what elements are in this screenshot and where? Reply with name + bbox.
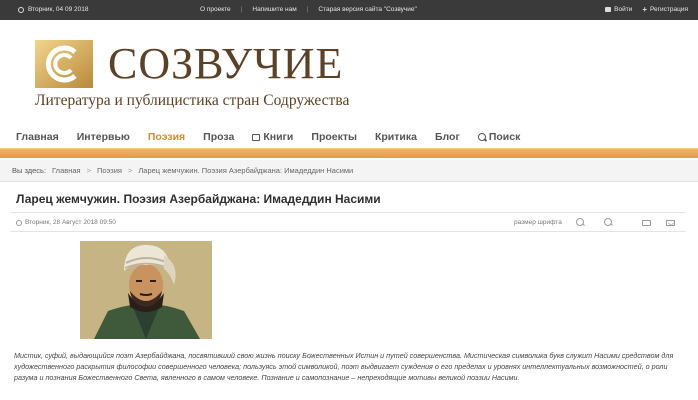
nav-label: Критика	[374, 131, 417, 143]
breadcrumb-prefix: Вы здесь:	[12, 166, 47, 175]
nav-item-projects[interactable]: Проекты	[302, 131, 366, 143]
lock-icon	[605, 7, 612, 12]
breadcrumb: Вы здесь: Главная > Поэзия > Ларец жемчу…	[0, 160, 698, 182]
article-meta-bar: Вторник, 28 Август 2018 09:50 размер шри…	[10, 212, 686, 232]
book-icon	[252, 133, 261, 141]
main-nav: Главная Интервью Поэзия Проза Книги Прое…	[0, 126, 698, 148]
breadcrumb-home[interactable]: Главная	[52, 166, 81, 175]
plus-icon: +	[642, 4, 647, 14]
search-icon	[477, 133, 486, 141]
nav-item-search[interactable]: Поиск	[469, 131, 530, 143]
nav-label: Блог	[434, 131, 460, 143]
chevron-right-icon: >	[86, 166, 91, 175]
login-label: Войти	[614, 6, 633, 13]
nav-item-critics[interactable]: Критика	[366, 131, 426, 143]
nav-label: Интервью	[76, 131, 130, 143]
clock-icon	[18, 6, 24, 13]
nav-label: Поэзия	[147, 131, 186, 143]
contact-link[interactable]: Напишите нам	[242, 6, 306, 13]
nav-item-books[interactable]: Книги	[243, 131, 302, 143]
email-icon[interactable]	[666, 220, 675, 226]
breadcrumb-current: Ларец жемчужин. Поэзия Азербайджана: Има…	[138, 166, 354, 175]
article-date-text: Вторник, 28 Август 2018 09:50	[25, 219, 116, 226]
nav-label: Книги	[263, 131, 294, 143]
about-link[interactable]: О проекте	[190, 6, 241, 13]
clock-icon	[16, 219, 22, 226]
site-subtitle: Литература и публицистика стран Содружес…	[35, 92, 350, 109]
current-date-text: Вторник, 04 09 2018	[28, 6, 89, 13]
article-title: Ларец жемчужин. Поэзия Азербайджана: Има…	[16, 192, 381, 206]
nav-item-home[interactable]: Главная	[0, 131, 68, 143]
breadcrumb-poetry[interactable]: Поэзия	[97, 166, 122, 175]
nav-accent-band	[0, 148, 698, 158]
print-icon[interactable]	[642, 220, 651, 226]
nav-item-blog[interactable]: Блог	[426, 131, 469, 143]
register-label: Регистрация	[650, 6, 688, 13]
zoom-in-icon[interactable]	[604, 218, 613, 227]
chevron-right-icon: >	[127, 166, 133, 175]
zoom-out-icon[interactable]	[576, 218, 585, 227]
nav-item-interview[interactable]: Интервью	[68, 131, 139, 143]
nav-label: Главная	[16, 131, 59, 143]
login-link[interactable]: Войти	[605, 6, 632, 13]
article-date: Вторник, 28 Август 2018 09:50	[16, 219, 116, 226]
user-links: Войти + Регистрация	[605, 4, 688, 14]
font-size-label: размер шрифта	[514, 219, 562, 226]
top-links: О проекте | Напишите нам | Старая версия…	[190, 6, 427, 13]
nav-label: Проекты	[311, 131, 357, 143]
current-date: Вторник, 04 09 2018	[18, 6, 88, 13]
logo-icon[interactable]	[35, 40, 93, 88]
author-portrait	[80, 241, 212, 339]
nav-label: Поиск	[488, 131, 521, 143]
nav-item-poetry[interactable]: Поэзия	[139, 131, 194, 143]
old-site-link[interactable]: Старая версия сайта "Созвучие"	[308, 6, 426, 13]
nav-label: Проза	[203, 131, 235, 143]
top-bar: Вторник, 04 09 2018 О проекте | Напишите…	[0, 0, 698, 20]
nav-item-prose[interactable]: Проза	[194, 131, 243, 143]
site-logo-text[interactable]: СОЗВУЧИЕ	[108, 40, 343, 88]
article-intro: Мистик, суфий, выдающийся поэт Азербайдж…	[14, 351, 674, 382]
register-link[interactable]: + Регистрация	[642, 4, 688, 14]
